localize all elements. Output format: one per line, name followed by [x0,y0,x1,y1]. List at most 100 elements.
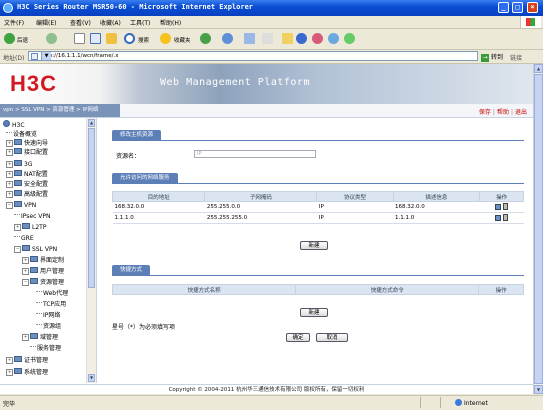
scroll-up-icon[interactable]: ▲ [534,64,543,73]
new-shortcut-button[interactable]: 新建 [300,308,328,317]
scroll-down-icon[interactable]: ▼ [88,374,95,382]
scroll-up-icon[interactable]: ▲ [88,119,95,127]
forward-arrow-icon[interactable] [46,33,57,44]
discuss-icon[interactable] [328,33,339,44]
tree-item-user-mgmt[interactable]: + 用户管理 [22,267,64,276]
page-scroll-thumb[interactable] [534,74,543,384]
messenger-icon[interactable] [296,33,307,44]
expand-plus-icon[interactable]: + [22,334,29,341]
delete-icon[interactable] [503,202,509,210]
menu-view[interactable]: 查看(V) [70,18,91,27]
menu-edit[interactable]: 编辑(E) [36,18,56,27]
back-arrow-icon[interactable] [4,33,15,44]
tree-item-domain-mgmt[interactable]: + 域管理 [22,333,58,342]
refresh-icon[interactable] [90,33,101,44]
expand-plus-icon[interactable]: + [6,171,13,178]
collapse-minus-icon[interactable]: − [6,202,13,209]
new-network-button[interactable]: 新建 [300,241,328,250]
tree-item-interface[interactable]: + 接口配置 [6,148,48,157]
tree-item-3g[interactable]: +3G [6,160,32,169]
search-icon[interactable] [124,33,135,44]
tree-item-gre[interactable]: GRE [14,234,34,243]
back-label[interactable]: 后退 [17,36,28,44]
tree-item-label: IPsec VPN [21,213,51,220]
tree-item-cert-mgmt[interactable]: + 证书管理 [6,356,48,365]
menu-favorites[interactable]: 收藏(A) [100,18,121,27]
go-button[interactable]: → 转到 [481,52,503,62]
expand-plus-icon[interactable]: + [6,191,13,198]
tree-item-root[interactable]: H3C [3,120,25,129]
expand-plus-icon[interactable]: + [14,224,21,231]
page-scrollbar[interactable]: ▲ ▼ [533,64,543,394]
tree-item-resource-group[interactable]: 资源组 [36,322,61,331]
expand-plus-icon[interactable]: + [6,357,13,364]
tree-item-quick-wizard[interactable]: + 快速向导 [6,139,48,148]
logout-link[interactable]: 退出 [515,109,527,116]
maximize-button[interactable]: □ [512,2,523,13]
shortcut-section-tab: 快捷方式 [112,265,151,275]
sidebar-scrollbar[interactable]: ▲ ▼ [86,118,96,383]
tree-item-service-mgmt[interactable]: 服务管理 [30,344,61,353]
tree-item-resource-mgmt[interactable]: − 资源管理 [22,278,64,287]
sidebar-scroll-thumb[interactable] [88,128,95,288]
address-input[interactable]: http://16.1.1.1/wcn/frame/.x ▼ [28,51,478,61]
tree-item-tcp-app[interactable]: TCP应用 [36,300,66,309]
expand-plus-icon[interactable]: + [6,149,13,156]
expand-plus-icon[interactable]: + [22,257,29,264]
tree-item-ip-network[interactable]: IP网络 [36,311,60,320]
collapse-minus-icon[interactable]: − [14,246,21,253]
chevron-down-icon[interactable]: ▼ [41,52,51,60]
expand-plus-icon[interactable]: + [22,268,29,275]
address-url[interactable]: http://16.1.1.1/wcn/frame/.x [41,53,118,59]
tree-item-l2tp[interactable]: + L2TP [14,223,46,232]
shortcut-table: 快捷方式名称 快捷方式命令 操作 [111,284,524,295]
tree-item-nat[interactable]: + NAT配置 [6,170,48,179]
tree-item-overview[interactable]: 设备概览 [6,130,37,139]
search-label[interactable]: 搜索 [138,36,149,44]
menu-tools[interactable]: 工具(T) [130,18,150,27]
tree-item-security[interactable]: + 安全配置 [6,180,48,189]
column-header-action: 操作 [479,191,524,202]
resource-name-input[interactable]: IP [194,150,316,158]
media-icon[interactable] [200,33,211,44]
minimize-button[interactable]: _ [498,2,509,13]
cancel-button[interactable]: 取消 [316,333,348,342]
save-link[interactable]: 保存 [479,109,491,116]
scroll-down-icon[interactable]: ▼ [534,385,543,394]
expand-plus-icon[interactable]: + [6,181,13,188]
tree-item-ssl-vpn[interactable]: − SSL VPN [14,245,57,254]
edit-icon[interactable] [495,214,502,221]
expand-plus-icon[interactable]: + [6,369,13,376]
edit-icon[interactable] [495,203,502,210]
tree-item-advanced[interactable]: + 高级配置 [6,190,48,199]
menu-help[interactable]: 帮助(H) [160,18,181,27]
delete-icon[interactable] [503,213,509,221]
folder-icon[interactable] [282,33,293,44]
home-icon[interactable] [106,33,117,44]
help-link[interactable]: 帮助 [497,109,509,116]
extension-icon[interactable] [344,33,355,44]
stop-icon[interactable] [74,33,85,44]
tree-item-ipsec-vpn[interactable]: IPsec VPN [14,212,51,221]
tree-item-ui-custom[interactable]: + 界面定制 [22,256,64,265]
favorites-label[interactable]: 收藏夹 [174,36,191,44]
folder-icon [14,139,22,145]
research-icon[interactable] [312,33,323,44]
go-label[interactable]: 转到 [491,54,503,61]
menu-file[interactable]: 文件(F) [4,18,24,27]
print-icon[interactable] [262,33,273,44]
collapse-minus-icon[interactable]: − [22,279,29,286]
expand-plus-icon[interactable]: + [6,161,13,168]
links-label[interactable]: 链接 [510,53,522,62]
mail-icon[interactable] [244,33,255,44]
expand-plus-icon[interactable]: + [6,140,13,147]
favorites-star-icon[interactable] [160,33,171,44]
close-button[interactable]: × [527,2,538,13]
networks-table-header: 目的地址 子网掩码 协议类型 描述信息 操作 [111,191,524,202]
tree-item-web-proxy[interactable]: Web代理 [36,289,68,298]
ok-button[interactable]: 确定 [286,333,310,342]
history-icon[interactable] [222,33,233,44]
tree-item-system-mgmt[interactable]: + 系统管理 [6,368,48,377]
folder-open-icon [22,245,30,251]
tree-item-vpn[interactable]: − VPN [6,201,36,210]
